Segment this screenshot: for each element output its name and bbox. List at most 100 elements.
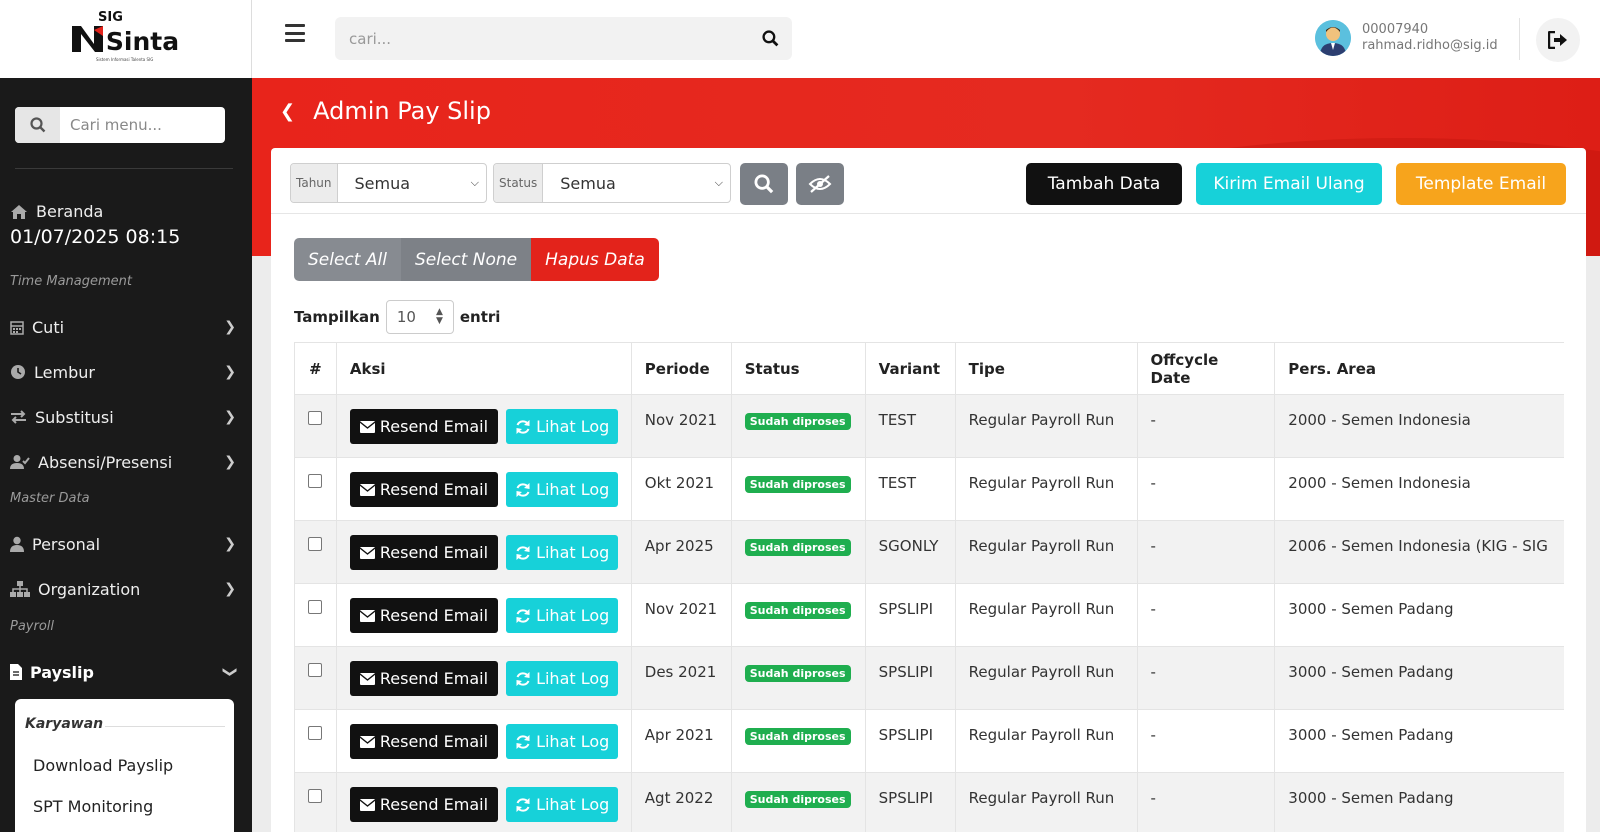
cell-pers-area: 2000 - Semen Indonesia (1274, 457, 1564, 521)
user-email: rahmad.ridho@sig.id (1362, 38, 1498, 53)
entries-select[interactable]: 10 ▲ ▼ (385, 300, 454, 334)
status-badge: Sudah diproses (744, 791, 851, 808)
global-search-input[interactable] (335, 29, 748, 48)
column-header-offcycle-date[interactable]: Offcycle Date (1136, 342, 1276, 395)
resend-email-row-button[interactable]: Resend Email (349, 724, 499, 759)
select-none-button[interactable]: Select None (400, 238, 532, 281)
view-log-button[interactable]: Lihat Log (506, 598, 619, 633)
sidebar-item-substitusi[interactable]: Substitusi ❯ (10, 402, 236, 432)
cell-status: Sudah diproses (730, 457, 866, 521)
divider (15, 168, 233, 169)
back-icon[interactable]: ❮ (280, 101, 295, 122)
search-icon[interactable] (15, 107, 60, 143)
row-checkbox[interactable] (308, 411, 323, 425)
chevron-right-icon: ❯ (224, 581, 236, 597)
cell-pers-area: 3000 - Semen Padang (1274, 709, 1564, 773)
column-header-tipe[interactable]: Tipe (954, 342, 1138, 395)
avatar[interactable] (1315, 20, 1351, 56)
submenu-item-download-payslip[interactable]: Download Payslip (33, 756, 173, 775)
cell-status: Sudah diproses (730, 646, 866, 710)
cell-periode: Des 2021 (630, 646, 732, 710)
status-badge: Sudah diproses (744, 413, 851, 430)
refresh-icon (516, 797, 530, 812)
cell-variant: TEST (864, 457, 956, 521)
logo-wordmark: Sinta (105, 27, 180, 56)
cell-periode: Nov 2021 (630, 583, 732, 647)
menu-toggle-icon[interactable] (285, 24, 305, 42)
exchange-icon (11, 410, 26, 424)
cell-tipe: Regular Payroll Run (954, 772, 1138, 832)
resend-email-row-button[interactable]: Resend Email (349, 409, 499, 444)
view-log-button[interactable]: Lihat Log (506, 787, 619, 822)
sidebar-item-beranda[interactable]: Beranda (10, 202, 103, 221)
cell-tipe: Regular Payroll Run (954, 457, 1138, 521)
sinta-logo[interactable]: Sinta (71, 24, 180, 56)
search-icon[interactable] (748, 30, 792, 47)
menu-search-input[interactable] (60, 108, 220, 142)
status-filter[interactable]: Status Semua ⌵ (493, 163, 731, 203)
page-header: ❮ Admin Pay Slip (280, 97, 491, 125)
year-filter[interactable]: Tahun Semua ⌵ (290, 163, 487, 203)
column-header-aksi[interactable]: Aksi (335, 342, 632, 395)
row-checkbox[interactable] (308, 789, 323, 803)
divider (105, 726, 225, 727)
sidebar-item-organization[interactable]: Organization ❯ (10, 574, 236, 604)
row-checkbox[interactable] (308, 663, 323, 677)
template-email-button[interactable]: Template Email (1396, 163, 1566, 205)
row-checkbox[interactable] (308, 600, 323, 614)
delete-data-button[interactable]: Hapus Data (531, 238, 659, 281)
logout-button[interactable] (1536, 18, 1580, 62)
view-log-button[interactable]: Lihat Log (506, 409, 619, 444)
resend-email-row-button[interactable]: Resend Email (349, 598, 499, 633)
view-log-button[interactable]: Lihat Log (506, 535, 619, 570)
row-checkbox[interactable] (308, 537, 323, 551)
section-label: Payroll (10, 619, 55, 634)
column-header-pers-area[interactable]: Pers. Area (1274, 342, 1564, 395)
column-header-periode[interactable]: Periode (630, 342, 732, 395)
reset-filter-button[interactable] (796, 163, 844, 205)
resend-email-row-button[interactable]: Resend Email (349, 472, 499, 507)
envelope-icon (359, 483, 375, 496)
sidebar-item-cuti[interactable]: Cuti ❯ (10, 312, 236, 342)
logo-brand: SIG (98, 10, 123, 25)
resend-email-row-button[interactable]: Resend Email (349, 661, 499, 696)
column-header-status[interactable]: Status (730, 342, 866, 395)
resend-email-row-button[interactable]: Resend Email (349, 787, 499, 822)
row-checkbox[interactable] (308, 474, 323, 488)
view-log-button[interactable]: Lihat Log (506, 724, 619, 759)
resend-label: Resend Email (379, 795, 489, 814)
sort-icon: ▲ ▼ (435, 307, 443, 326)
sign-out-icon (1548, 31, 1567, 49)
select-all-button[interactable]: Select All (294, 238, 401, 281)
view-log-button[interactable]: Lihat Log (506, 661, 619, 696)
cell-pers-area: 3000 - Semen Padang (1274, 583, 1564, 647)
table-row: Resend Email Lihat Log Des 2021 Sudah di… (294, 646, 1564, 710)
view-log-label: Lihat Log (536, 480, 610, 499)
section-label: Master Data (10, 491, 90, 506)
submenu-item-spt-monitoring[interactable]: SPT Monitoring (33, 797, 153, 816)
menu-search (15, 107, 225, 143)
sidebar-item-lembur[interactable]: Lembur ❯ (10, 357, 236, 387)
row-checkbox[interactable] (308, 726, 323, 740)
view-log-button[interactable]: Lihat Log (506, 472, 619, 507)
view-log-label: Lihat Log (536, 795, 610, 814)
refresh-icon (516, 545, 530, 560)
search-button[interactable] (740, 163, 788, 205)
status-badge: Sudah diproses (744, 539, 851, 556)
cell-offcycle-date: - (1136, 457, 1276, 521)
payslip-card: Tahun Semua ⌵ Status Semua ⌵ Tambah Data K… (271, 148, 1586, 832)
row-actions: Resend Email Lihat Log (335, 772, 632, 832)
column-header-variant[interactable]: Variant (864, 342, 956, 395)
row-actions: Resend Email Lihat Log (335, 646, 632, 710)
sidebar-item-personal[interactable]: Personal ❯ (10, 529, 236, 559)
sidebar-item-absensi[interactable]: Absensi/Presensi ❯ (10, 447, 236, 477)
section-label: Time Management (10, 274, 132, 289)
add-data-button[interactable]: Tambah Data (1026, 163, 1182, 205)
status-filter-value: Semua (560, 173, 616, 193)
resend-email-button[interactable]: Kirim Email Ulang (1196, 163, 1382, 205)
resend-email-row-button[interactable]: Resend Email (349, 535, 499, 570)
cell-tipe: Regular Payroll Run (954, 646, 1138, 710)
sidebar-item-payslip[interactable]: Payslip ❯ (10, 657, 238, 687)
sitemap-icon (10, 581, 30, 597)
column-header-number[interactable]: # (294, 342, 337, 395)
